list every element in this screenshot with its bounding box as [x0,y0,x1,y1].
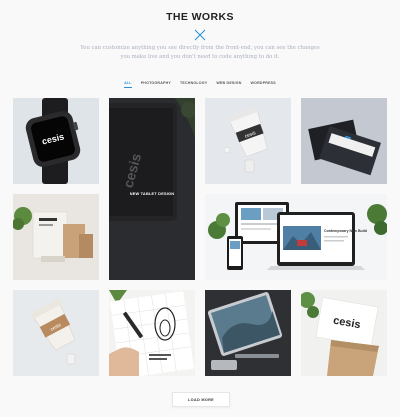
featured-item-label: NEW TABLET DESIGN [129,191,175,196]
portfolio-item-bag[interactable]: cesis [301,290,387,376]
filter-photography[interactable]: PHOTOGRAPHY [141,81,171,88]
tablet-desk-image [205,290,291,376]
bag-image: cesis [301,290,387,376]
portfolio-item-laptop[interactable]: Contemporary New Build [205,194,387,280]
filter-all[interactable]: ALL [124,81,132,88]
packaging-image [13,194,99,280]
tablet-image: cesis [109,98,195,280]
portfolio-item-packaging[interactable] [13,194,99,280]
coffee-cup-2-image: cesis [13,290,99,376]
portfolio-item-smartwatch[interactable]: cesis [13,98,99,184]
portfolio-item-coffee-cup-2[interactable]: cesis [13,290,99,376]
portfolio-item-stationery[interactable] [301,98,387,184]
filter-tabs: ALL PHOTOGRAPHY TECHNOLOGY WEB DESIGN WO… [0,81,400,88]
portfolio-item-tablet-desk[interactable] [205,290,291,376]
portfolio-item-tablet-featured[interactable]: cesis NEW TABLET DESIGN [109,98,195,280]
stationery-image [301,98,387,184]
portfolio-item-coffee-cup[interactable]: cesis [205,98,291,184]
filter-wordpress[interactable]: WORDPRESS [251,81,276,88]
laptop-image: Contemporary New Build [205,194,387,280]
load-more-button[interactable]: LOAD MORE [172,392,230,407]
filter-web-design[interactable]: WEB DESIGN [216,81,241,88]
sketch-image [109,290,195,376]
laptop-headline: Contemporary New Build [324,229,367,233]
portfolio-item-sketch[interactable] [109,290,195,376]
close-x-icon[interactable] [194,29,206,41]
page-title: THE WORKS [166,11,234,23]
filter-technology[interactable]: TECHNOLOGY [180,81,207,88]
coffee-cup-image: cesis [205,98,291,184]
section-subtitle: You can customize anything you see direc… [80,45,320,60]
smartwatch-image: cesis [13,98,99,184]
